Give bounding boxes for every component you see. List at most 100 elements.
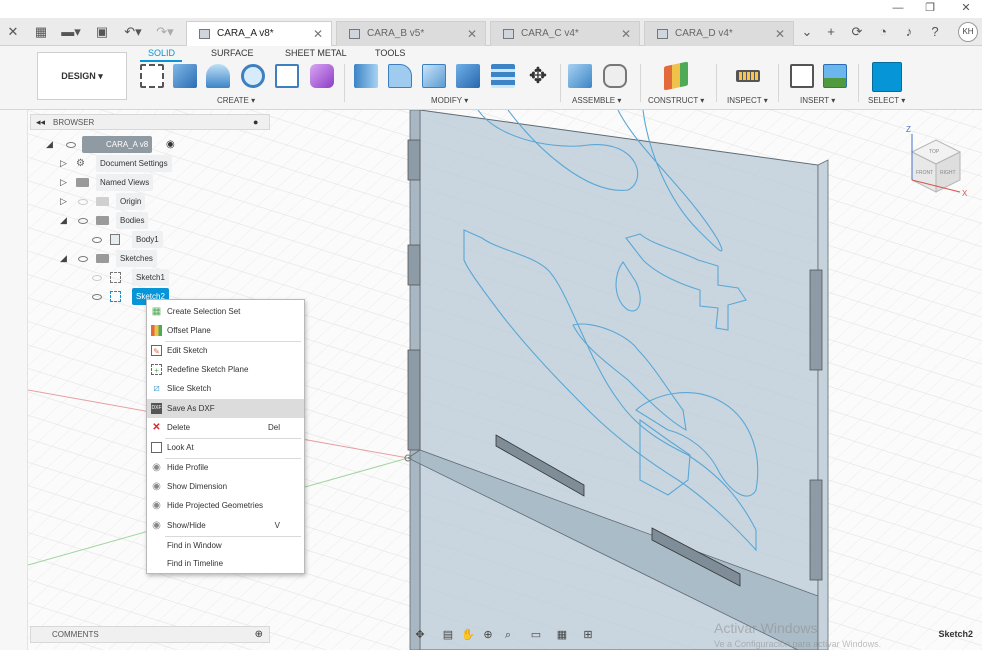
tree-row-sketch1[interactable]: Sketch1 <box>90 269 260 286</box>
revolve-icon[interactable] <box>206 64 230 88</box>
add-comment-icon[interactable]: ⊕ <box>255 627 263 642</box>
tree-row-body1[interactable]: Body1 <box>90 231 260 248</box>
tree-label[interactable]: Sketch1 <box>132 269 169 286</box>
tab-cara-a[interactable]: CARA_A v8* ✕ <box>186 21 332 46</box>
menu-item-delete[interactable]: ✕ Delete Del <box>147 418 304 437</box>
tree-label[interactable]: Sketches <box>116 250 157 267</box>
tab-cara-d[interactable]: CARA_D v4* ✕ <box>644 21 794 46</box>
root-component-label[interactable]: CARA_A v8 <box>82 136 153 153</box>
close-window-button[interactable]: ✕ <box>956 1 976 15</box>
create-form-icon[interactable] <box>310 64 334 88</box>
menu-item-edit-sketch[interactable]: ✎ Edit Sketch <box>147 341 304 360</box>
tab-cara-b[interactable]: CARA_B v5* ✕ <box>336 21 486 46</box>
restore-button[interactable]: ❐ <box>920 1 940 15</box>
activate-component-icon[interactable]: ◉ <box>166 136 175 153</box>
measure-icon[interactable] <box>736 70 760 82</box>
inspect-menu-label[interactable]: INSPECT ▾ <box>727 96 768 105</box>
tree-label[interactable]: Bodies <box>116 212 149 229</box>
viewports-icon[interactable]: ⊞ <box>580 627 596 643</box>
chamfer-icon[interactable] <box>422 64 446 88</box>
press-pull-icon[interactable] <box>354 64 378 88</box>
browser-options-icon[interactable]: ● <box>253 117 258 127</box>
select-tool-icon[interactable] <box>872 62 902 92</box>
menu-item-save-as-dxf[interactable]: DXF Save As DXF <box>147 399 304 418</box>
menu-item-offset-plane[interactable]: Offset Plane <box>147 321 304 340</box>
collapse-triangle-icon[interactable]: ◢ <box>60 250 67 267</box>
tree-label[interactable]: Body1 <box>132 231 163 248</box>
modify-menu-label[interactable]: MODIFY ▾ <box>431 96 468 105</box>
tab-cara-c[interactable]: CARA_C v4* ✕ <box>490 21 640 46</box>
menu-item-slice-sketch[interactable]: ⧄ Slice Sketch <box>147 379 304 398</box>
visibility-eye-icon[interactable] <box>78 218 88 224</box>
extensions-icon[interactable]: ⟳ <box>848 22 866 42</box>
look-at-nav-icon[interactable]: ▤ <box>440 627 456 643</box>
collapse-triangle-icon[interactable]: ◢ <box>60 212 67 229</box>
close-tab-icon[interactable]: ✕ <box>313 22 323 46</box>
tab-surface[interactable]: SURFACE <box>211 48 254 58</box>
visibility-eye-icon[interactable] <box>92 294 102 300</box>
create-menu-label[interactable]: CREATE ▾ <box>217 96 255 105</box>
select-menu-label[interactable]: SELECT ▾ <box>868 96 905 105</box>
tree-label[interactable]: Origin <box>116 193 146 210</box>
tab-solid[interactable]: SOLID <box>148 48 175 58</box>
comments-panel[interactable]: COMMENTS ⊕ <box>30 626 270 643</box>
insert-image-icon[interactable] <box>823 64 847 88</box>
notifications-bell-icon[interactable]: ♪ <box>900 22 918 42</box>
menu-item-hide-profile[interactable]: ◉ Hide Profile <box>147 458 304 477</box>
tree-row-origin[interactable]: ▷ Origin <box>60 193 260 210</box>
minimize-button[interactable]: — <box>888 1 908 15</box>
visibility-eye-icon[interactable] <box>92 275 102 281</box>
close-tab-icon[interactable]: ✕ <box>621 22 631 46</box>
help-icon[interactable]: ? <box>926 22 944 42</box>
menu-item-show-dimension[interactable]: ◉ Show Dimension <box>147 477 304 496</box>
hole-icon[interactable] <box>241 64 265 88</box>
tree-label[interactable]: Document Settings <box>96 155 172 172</box>
grid-settings-icon[interactable]: ▦ <box>554 627 570 643</box>
tree-row-document-settings[interactable]: ▷ ⚙ Document Settings <box>60 155 260 172</box>
align-icon[interactable] <box>491 64 515 88</box>
pan-hand-icon[interactable]: ✋ <box>460 627 476 643</box>
close-tab-icon[interactable]: ✕ <box>775 22 785 46</box>
visibility-eye-icon[interactable] <box>92 237 102 243</box>
user-avatar[interactable]: KH <box>958 22 978 42</box>
close-data-panel-icon[interactable]: ✕ <box>4 22 22 42</box>
view-cube[interactable]: TOP FRONT RIGHT Z X <box>900 122 972 206</box>
pattern-icon[interactable] <box>275 64 299 88</box>
visibility-eye-icon[interactable] <box>78 256 88 262</box>
menu-item-create-selection-set[interactable]: ▦ Create Selection Set <box>147 302 304 321</box>
fillet-icon[interactable] <box>388 64 412 88</box>
browser-header[interactable]: ◂◂ BROWSER ● <box>30 114 270 130</box>
menu-item-find-in-window[interactable]: Find in Window <box>147 536 304 555</box>
visibility-eye-icon[interactable] <box>78 199 88 205</box>
tree-row-bodies[interactable]: ◢ Bodies <box>60 212 260 229</box>
collapse-browser-icon[interactable]: ◂◂ <box>36 117 45 128</box>
zoom-icon[interactable]: ⊕ <box>480 627 496 643</box>
menu-item-look-at[interactable]: Look At <box>147 438 304 457</box>
file-menu-icon[interactable]: ▬▾ <box>58 22 84 42</box>
joint-icon[interactable] <box>603 64 627 88</box>
tree-row-named-views[interactable]: ▷ Named Views <box>60 174 260 191</box>
construct-menu-label[interactable]: CONSTRUCT ▾ <box>648 96 704 105</box>
zoom-window-icon[interactable]: ⌕ <box>500 627 516 643</box>
redo-icon[interactable]: ↷▾ <box>152 22 178 42</box>
create-sketch-icon[interactable] <box>140 64 164 88</box>
tree-root-row[interactable]: ◢ CARA_A v8 ◉ <box>46 136 266 153</box>
tab-overflow-icon[interactable]: ⌄ <box>798 22 816 42</box>
tab-sheet-metal[interactable]: SHEET METAL <box>285 48 347 58</box>
apps-grid-icon[interactable]: ▦ <box>32 22 50 42</box>
expand-triangle-icon[interactable]: ▷ <box>60 155 67 172</box>
orbit-icon[interactable]: ✥ <box>412 627 428 643</box>
offset-plane-tool-icon[interactable] <box>664 61 688 91</box>
menu-item-find-in-timeline[interactable]: Find in Timeline <box>147 554 304 573</box>
tree-label[interactable]: Named Views <box>96 174 154 191</box>
tree-row-sketches[interactable]: ◢ Sketches <box>60 250 260 267</box>
menu-item-show-hide[interactable]: ◉ Show/Hide V <box>147 516 304 535</box>
expand-triangle-icon[interactable]: ▷ <box>60 174 67 191</box>
close-tab-icon[interactable]: ✕ <box>467 22 477 46</box>
move-copy-icon[interactable]: ✥ <box>526 64 550 88</box>
new-component-icon[interactable] <box>568 64 592 88</box>
insert-derive-icon[interactable] <box>790 64 814 88</box>
save-icon[interactable]: ▣ <box>94 22 110 42</box>
expand-triangle-icon[interactable]: ▷ <box>60 193 67 210</box>
combine-icon[interactable] <box>456 64 480 88</box>
